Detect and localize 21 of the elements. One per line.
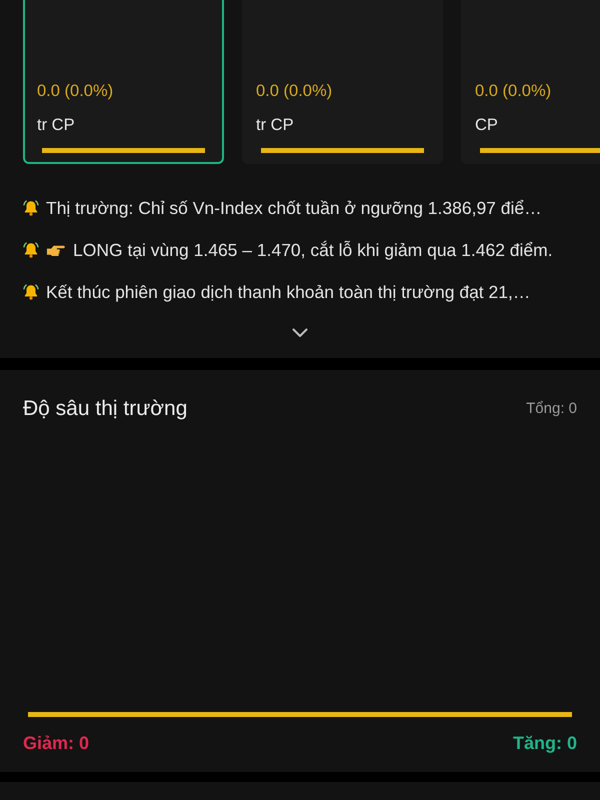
volume-label: tr CP (256, 115, 295, 135)
chevron-down-icon[interactable] (292, 328, 308, 338)
announcement-text[interactable]: Thị trường: Chỉ số Vn-Index chốt tuần ở ngưỡng 1.386,97 điể… (46, 194, 542, 222)
bell-icon (22, 241, 40, 259)
announcement-text[interactable]: LONG tại vùng 1.465 – 1.470, cắt lỗ khi giảm qua 1.462 điểm. (73, 236, 553, 264)
section-title: Độ sâu thị trường (23, 397, 188, 421)
index-card[interactable]: 0.0 (0.0%) tr CP (242, 0, 443, 164)
bell-icon (22, 283, 40, 301)
index-card[interactable]: 0.0 (0.0%) CP (461, 0, 600, 164)
index-card[interactable]: 0.0 (0.0%) tr CP (23, 0, 224, 164)
announcement-text[interactable]: Kết thúc phiên giao dịch thanh khoản toàn thị trường đạt 21,… (46, 278, 530, 306)
volume-label: CP (475, 115, 499, 135)
bell-icon (22, 199, 40, 217)
pointing-hand-icon (46, 243, 65, 257)
change-value: 0.0 (0.0%) (37, 81, 114, 101)
increase-count: Tăng: 0 (512, 733, 577, 753)
volume-label: tr CP (37, 115, 76, 135)
change-value: 0.0 (0.0%) (475, 81, 552, 101)
total-count: Tổng: 0 (526, 398, 577, 419)
change-value: 0.0 (0.0%) (256, 81, 334, 101)
decrease-count: Giảm: 0 (23, 733, 90, 753)
